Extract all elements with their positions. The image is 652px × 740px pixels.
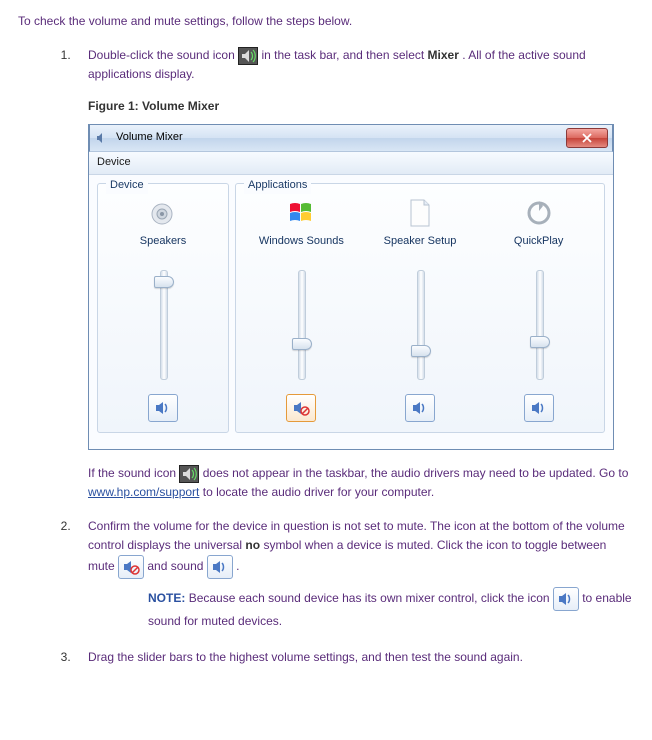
step2-and-sound: and sound [147,559,206,573]
sound-icon-inline-2 [553,587,579,611]
volume-slider-speaker-setup[interactable] [405,270,435,380]
mixer-column-speakers: Speakers [104,188,222,422]
sound-icon-inline [207,555,233,579]
step-2: Confirm the volume for the device in que… [74,517,634,632]
step-1: Double-click the sound icon in the task … [74,46,634,501]
sound-tray-icon-2 [179,465,199,483]
step1-mid: in the task bar, and then select [261,48,427,62]
sound-tray-icon [238,47,258,65]
col-label-0: Speakers [140,234,186,264]
mute-button-speakers[interactable] [148,394,178,422]
step1b-before: If the sound icon [88,466,179,480]
volume-mixer-window: Volume Mixer Device Device Speakers [88,124,614,450]
step1b-tail: to locate the audio driver for your comp… [203,485,434,499]
step2-period: . [236,559,239,573]
volume-slider-speakers[interactable] [148,270,178,380]
col-label-1: Windows Sounds [259,234,344,264]
windows-flag-icon[interactable] [284,196,318,230]
mute-icon-inline [118,555,144,579]
page-icon[interactable] [403,196,437,230]
step3-text: Drag the slider bars to the highest volu… [88,650,523,664]
close-button[interactable] [566,128,608,148]
steps-list: Double-click the sound icon in the task … [74,46,634,667]
mute-button-windows-sounds[interactable] [286,394,316,422]
speakers-device-icon[interactable] [146,196,180,230]
window-titlebar[interactable]: Volume Mixer [89,124,613,152]
window-menubar: Device [89,152,613,175]
step1-mixer-label: Mixer [428,48,459,62]
apps-panel-title: Applications [244,177,311,194]
step-3: Drag the slider bars to the highest volu… [74,648,634,667]
support-link[interactable]: www.hp.com/support [88,485,199,499]
refresh-icon[interactable] [522,196,556,230]
step1b-after: does not appear in the taskbar, the audi… [203,466,629,480]
col-label-2: Speaker Setup [384,234,457,264]
mixer-column-speaker-setup: Speaker Setup [361,188,480,422]
note-label: NOTE: [148,591,185,605]
col-label-3: QuickPlay [514,234,564,264]
menu-device[interactable]: Device [97,154,131,171]
step1-before: Double-click the sound icon [88,48,238,62]
volume-slider-windows-sounds[interactable] [286,270,316,380]
note-l1: Because each sound device has its own mi… [189,591,553,605]
note-block: NOTE: Because each sound device has its … [148,587,634,633]
window-body: Device Speakers Applications [89,175,613,449]
window-title-icon [94,130,110,146]
device-panel-title: Device [106,177,148,194]
mixer-column-quickplay: QuickPlay [479,188,598,422]
volume-slider-quickplay[interactable] [524,270,554,380]
applications-panel: Applications Windows Sounds [235,183,605,433]
device-panel: Device Speakers [97,183,229,433]
intro-text: To check the volume and mute settings, f… [18,14,634,28]
mute-button-speaker-setup[interactable] [405,394,435,422]
figure-caption: Figure 1: Volume Mixer [88,97,634,116]
step2-no-word: no [245,538,260,552]
mute-button-quickplay[interactable] [524,394,554,422]
mixer-column-windows-sounds: Windows Sounds [242,188,361,422]
window-title: Volume Mixer [116,129,566,146]
